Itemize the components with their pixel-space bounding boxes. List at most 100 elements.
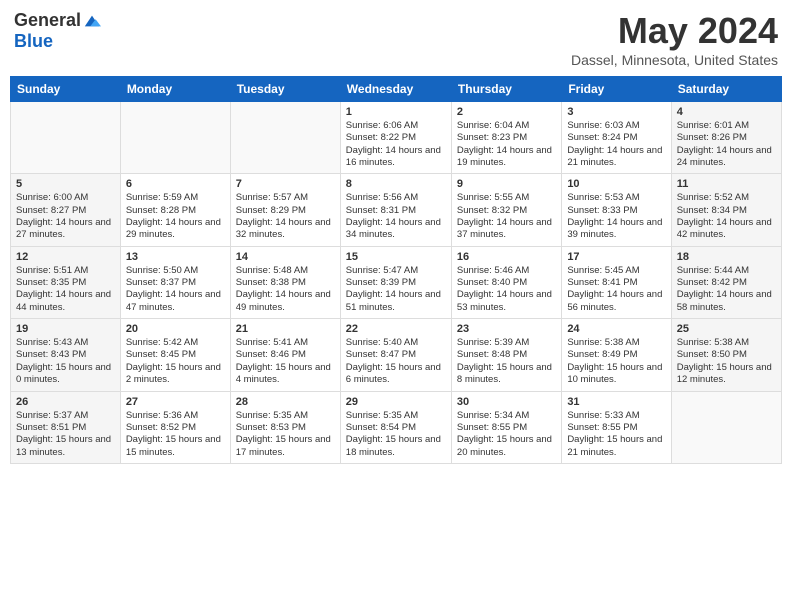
calendar-header-thursday: Thursday bbox=[451, 77, 561, 102]
sunset-text: Sunset: 8:46 PM bbox=[236, 349, 335, 361]
title-section: May 2024 Dassel, Minnesota, United State… bbox=[571, 10, 778, 68]
day-number: 28 bbox=[236, 396, 335, 408]
calendar-header-saturday: Saturday bbox=[671, 77, 781, 102]
sunset-text: Sunset: 8:55 PM bbox=[457, 422, 556, 434]
daylight-hours: Daylight: 15 hours and 13 minutes. bbox=[16, 434, 115, 459]
calendar-cell: 5Sunrise: 6:00 AMSunset: 8:27 PMDaylight… bbox=[11, 174, 121, 246]
sunrise-text: Sunrise: 6:01 AM bbox=[677, 120, 776, 132]
sunset-text: Sunset: 8:39 PM bbox=[346, 277, 446, 289]
daylight-hours: Daylight: 15 hours and 6 minutes. bbox=[346, 362, 446, 387]
daylight-hours: Daylight: 14 hours and 34 minutes. bbox=[346, 217, 446, 242]
calendar-header-row: SundayMondayTuesdayWednesdayThursdayFrid… bbox=[11, 77, 782, 102]
day-number: 10 bbox=[567, 178, 665, 190]
sunset-text: Sunset: 8:33 PM bbox=[567, 205, 665, 217]
sunrise-text: Sunrise: 5:40 AM bbox=[346, 337, 446, 349]
daylight-hours: Daylight: 15 hours and 20 minutes. bbox=[457, 434, 556, 459]
calendar-header-wednesday: Wednesday bbox=[340, 77, 451, 102]
sunrise-text: Sunrise: 5:56 AM bbox=[346, 192, 446, 204]
day-number: 3 bbox=[567, 106, 665, 118]
calendar-week-row: 12Sunrise: 5:51 AMSunset: 8:35 PMDayligh… bbox=[11, 246, 782, 318]
daylight-hours: Daylight: 15 hours and 21 minutes. bbox=[567, 434, 665, 459]
calendar-cell: 23Sunrise: 5:39 AMSunset: 8:48 PMDayligh… bbox=[451, 319, 561, 391]
day-number: 18 bbox=[677, 251, 776, 263]
sunrise-text: Sunrise: 5:57 AM bbox=[236, 192, 335, 204]
calendar-cell bbox=[11, 102, 121, 174]
calendar-cell: 15Sunrise: 5:47 AMSunset: 8:39 PMDayligh… bbox=[340, 246, 451, 318]
calendar-week-row: 1Sunrise: 6:06 AMSunset: 8:22 PMDaylight… bbox=[11, 102, 782, 174]
sunset-text: Sunset: 8:37 PM bbox=[126, 277, 225, 289]
calendar-cell: 19Sunrise: 5:43 AMSunset: 8:43 PMDayligh… bbox=[11, 319, 121, 391]
location-text: Dassel, Minnesota, United States bbox=[571, 52, 778, 68]
daylight-hours: Daylight: 15 hours and 4 minutes. bbox=[236, 362, 335, 387]
sunrise-text: Sunrise: 5:38 AM bbox=[567, 337, 665, 349]
day-number: 26 bbox=[16, 396, 115, 408]
calendar-cell: 14Sunrise: 5:48 AMSunset: 8:38 PMDayligh… bbox=[230, 246, 340, 318]
calendar-cell: 29Sunrise: 5:35 AMSunset: 8:54 PMDayligh… bbox=[340, 391, 451, 463]
calendar-cell: 3Sunrise: 6:03 AMSunset: 8:24 PMDaylight… bbox=[562, 102, 671, 174]
sunset-text: Sunset: 8:52 PM bbox=[126, 422, 225, 434]
calendar-header-friday: Friday bbox=[562, 77, 671, 102]
day-number: 13 bbox=[126, 251, 225, 263]
daylight-hours: Daylight: 15 hours and 17 minutes. bbox=[236, 434, 335, 459]
daylight-hours: Daylight: 15 hours and 8 minutes. bbox=[457, 362, 556, 387]
day-number: 9 bbox=[457, 178, 556, 190]
sunset-text: Sunset: 8:53 PM bbox=[236, 422, 335, 434]
daylight-hours: Daylight: 14 hours and 58 minutes. bbox=[677, 289, 776, 314]
sunset-text: Sunset: 8:54 PM bbox=[346, 422, 446, 434]
calendar-cell: 26Sunrise: 5:37 AMSunset: 8:51 PMDayligh… bbox=[11, 391, 121, 463]
calendar-cell: 10Sunrise: 5:53 AMSunset: 8:33 PMDayligh… bbox=[562, 174, 671, 246]
sunrise-text: Sunrise: 5:35 AM bbox=[346, 410, 446, 422]
daylight-hours: Daylight: 15 hours and 12 minutes. bbox=[677, 362, 776, 387]
sunrise-text: Sunrise: 5:59 AM bbox=[126, 192, 225, 204]
month-title: May 2024 bbox=[571, 10, 778, 52]
day-number: 11 bbox=[677, 178, 776, 190]
sunrise-text: Sunrise: 5:38 AM bbox=[677, 337, 776, 349]
sunset-text: Sunset: 8:28 PM bbox=[126, 205, 225, 217]
calendar-cell: 13Sunrise: 5:50 AMSunset: 8:37 PMDayligh… bbox=[120, 246, 230, 318]
calendar-cell: 24Sunrise: 5:38 AMSunset: 8:49 PMDayligh… bbox=[562, 319, 671, 391]
calendar-cell: 25 Sunrise: 5:38 AMSunset: 8:50 PMDayligh… bbox=[671, 319, 781, 391]
sunrise-text: Sunrise: 5:52 AM bbox=[677, 192, 776, 204]
day-number: 21 bbox=[236, 323, 335, 335]
daylight-hours: Daylight: 14 hours and 37 minutes. bbox=[457, 217, 556, 242]
sunset-text: Sunset: 8:50 PM bbox=[677, 349, 776, 361]
sunrise-text: Sunrise: 5:37 AM bbox=[16, 410, 115, 422]
daylight-hours: Daylight: 14 hours and 44 minutes. bbox=[16, 289, 115, 314]
sunset-text: Sunset: 8:29 PM bbox=[236, 205, 335, 217]
daylight-hours: Daylight: 14 hours and 29 minutes. bbox=[126, 217, 225, 242]
day-number: 16 bbox=[457, 251, 556, 263]
daylight-hours: Daylight: 15 hours and 10 minutes. bbox=[567, 362, 665, 387]
sunset-text: Sunset: 8:23 PM bbox=[457, 132, 556, 144]
day-number: 31 bbox=[567, 396, 665, 408]
sunset-text: Sunset: 8:40 PM bbox=[457, 277, 556, 289]
daylight-hours: Daylight: 15 hours and 2 minutes. bbox=[126, 362, 225, 387]
page-header: General Blue May 2024 Dassel, Minnesota,… bbox=[10, 10, 782, 68]
calendar-week-row: 26Sunrise: 5:37 AMSunset: 8:51 PMDayligh… bbox=[11, 391, 782, 463]
day-number: 19 bbox=[16, 323, 115, 335]
sunrise-text: Sunrise: 5:35 AM bbox=[236, 410, 335, 422]
daylight-hours: Daylight: 14 hours and 16 minutes. bbox=[346, 145, 446, 170]
day-number: 12 bbox=[16, 251, 115, 263]
daylight-hours: Daylight: 14 hours and 39 minutes. bbox=[567, 217, 665, 242]
sunset-text: Sunset: 8:38 PM bbox=[236, 277, 335, 289]
day-number: 25 bbox=[677, 323, 776, 335]
sunrise-text: Sunrise: 6:06 AM bbox=[346, 120, 446, 132]
calendar-cell: 28 Sunrise: 5:35 AMSunset: 8:53 PMDayligh… bbox=[230, 391, 340, 463]
sunrise-text: Sunrise: 5:51 AM bbox=[16, 265, 115, 277]
sunset-text: Sunset: 8:45 PM bbox=[126, 349, 225, 361]
day-number: 22 bbox=[346, 323, 446, 335]
day-number: 7 bbox=[236, 178, 335, 190]
daylight-hours: Daylight: 15 hours and 18 minutes. bbox=[346, 434, 446, 459]
logo-blue-text: Blue bbox=[14, 31, 53, 52]
day-number: 14 bbox=[236, 251, 335, 263]
calendar-header-monday: Monday bbox=[120, 77, 230, 102]
day-number: 17 bbox=[567, 251, 665, 263]
calendar-cell: 6Sunrise: 5:59 AMSunset: 8:28 PMDaylight… bbox=[120, 174, 230, 246]
calendar-header-sunday: Sunday bbox=[11, 77, 121, 102]
sunrise-text: Sunrise: 5:47 AM bbox=[346, 265, 446, 277]
calendar-cell: 30Sunrise: 5:34 AMSunset: 8:55 PMDayligh… bbox=[451, 391, 561, 463]
calendar-cell: 31Sunrise: 5:33 AMSunset: 8:55 PMDayligh… bbox=[562, 391, 671, 463]
daylight-hours: Daylight: 14 hours and 53 minutes. bbox=[457, 289, 556, 314]
sunrise-text: Sunrise: 5:42 AM bbox=[126, 337, 225, 349]
calendar-cell: 12Sunrise: 5:51 AMSunset: 8:35 PMDayligh… bbox=[11, 246, 121, 318]
